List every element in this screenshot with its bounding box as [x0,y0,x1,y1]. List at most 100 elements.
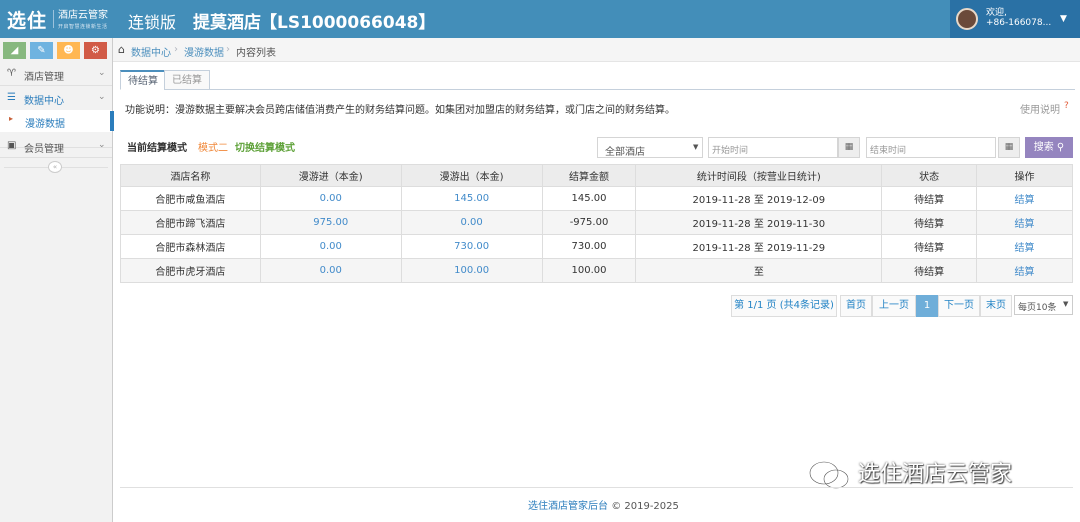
status-cell: 待结算 [881,186,978,211]
pencil-icon[interactable]: ✎ [30,42,53,59]
card-icon: ▣ [7,140,17,151]
search-button[interactable]: 搜索 ⚲ [1025,137,1073,158]
tab-bar: 待结算 已结算 [120,70,1075,90]
last-page-button[interactable]: 末页 [980,295,1012,317]
users-icon[interactable]: ☻ [57,42,80,59]
double-left-icon[interactable]: « [48,161,62,173]
sidebar-item-hotel-management[interactable]: ♈ 酒店管理 ⌄ [0,62,112,86]
breadcrumb-current: 内容列表 [236,48,276,59]
hotel-select[interactable]: 全部酒店 ▼ [597,137,703,158]
caret-down-icon: ▼ [1060,14,1067,24]
roam-out-cell[interactable]: 0.00 [400,210,543,235]
breadcrumb-data-center[interactable]: 数据中心 [131,44,171,59]
active-indicator [110,111,114,131]
logo: 选住 [7,10,48,32]
hotel-name: 提莫酒店 [193,13,261,33]
roam-in-cell[interactable]: 0.00 [259,186,402,211]
footer-copyright: © 2019-2025 [611,501,679,512]
settle-link[interactable]: 结算 [976,186,1073,211]
start-date-placeholder: 开始时间 [712,146,749,156]
user-menu[interactable]: 欢迎, +86-166078... ▼ [950,0,1080,38]
roam-in-cell[interactable]: 0.00 [259,234,402,259]
hotel-name-cell: 合肥市森林酒店 [120,234,261,259]
footer-divider [120,487,1073,488]
column-header: 状态 [881,164,978,187]
period-cell: 2019-11-28 至 2019-11-29 [635,234,883,259]
calendar-icon[interactable]: ▦ [838,137,860,158]
roam-in-cell[interactable]: 975.00 [259,210,402,235]
status-cell: 待结算 [881,234,978,259]
chart-icon[interactable]: ◢ [3,42,26,59]
logo-subtitle: 酒店云管家 [58,10,108,21]
tab-pending[interactable]: 待结算 [120,70,166,90]
switch-mode-link[interactable]: 切换结算模式 [235,139,295,154]
table-row: 合肥市蹄飞酒店 975.00 0.00 -975.00 2019-11-28 至… [120,210,1073,235]
roam-out-cell[interactable]: 145.00 [400,186,543,211]
wechat-icon [808,460,850,490]
footer: 选住酒店管家后台 © 2019-2025 [528,497,679,512]
edition-label: 连锁版 [128,13,177,32]
sidebar-item-member-management[interactable]: ▣ 会员管理 ⌄ [0,134,112,158]
column-header: 酒店名称 [120,164,261,187]
sidebar-item-label: 酒店管理 [24,72,64,83]
table-header-row: 酒店名称 漫游进（本金) 漫游出（本金) 结算金额 统计时间段（按营业日统计) … [120,164,1073,187]
function-description: 功能说明：漫游数据主要解决会员跨店储值消费产生的财务结算问题。如集团对加盟店的财… [125,105,675,116]
question-icon[interactable]: ? [1064,101,1069,111]
sidebar-item-label: 漫游数据 [25,119,65,130]
table-row: 合肥市咸鱼酒店 0.00 145.00 145.00 2019-11-28 至 … [120,186,1073,211]
breadcrumb-roaming-data[interactable]: 漫游数据 [184,44,224,59]
watermark-text: 选住酒店云管家 [858,462,1013,487]
status-cell: 待结算 [881,210,978,235]
user-phone: +86-166078... [986,18,1052,28]
period-cell: 至 [635,258,883,283]
start-date-input[interactable]: 开始时间 [708,137,838,158]
chevron-down-icon: ⌄ [98,92,106,102]
sidebar: ◢ ✎ ☻ ⚙ ♈ 酒店管理 ⌄ ☰ 数据中心 ⌄ ▸ 漫游数据 ▣ 会员管理 … [0,38,114,522]
next-page-button[interactable]: 下一页 [938,295,980,317]
hotel-id: 【LS1000066048】 [260,13,436,33]
roam-in-cell[interactable]: 0.00 [259,258,402,283]
home-icon[interactable]: ⌂ [118,43,125,56]
table-row: 合肥市森林酒店 0.00 730.00 730.00 2019-11-28 至 … [120,234,1073,259]
calendar-icon[interactable]: ▦ [998,137,1020,158]
prev-page-button[interactable]: 上一页 [872,295,916,317]
caret-down-icon: ▼ [1063,300,1069,308]
caret-down-icon: ▼ [693,143,699,151]
chevron-down-icon: ⌄ [98,140,106,150]
column-header: 操作 [976,164,1073,187]
roam-out-cell[interactable]: 730.00 [400,234,543,259]
per-page-select[interactable]: 每页10条 ▼ [1014,295,1073,315]
settle-link[interactable]: 结算 [976,210,1073,235]
footer-brand[interactable]: 选住酒店管家后台 [528,501,608,512]
tab-settled[interactable]: 已结算 [164,70,210,90]
chevron-down-icon: ⌄ [98,68,106,78]
amount-cell: -975.00 [541,210,637,235]
page-1-button[interactable]: 1 [916,295,938,317]
cutlery-icon: ♈ [7,68,16,79]
status-cell: 待结算 [881,258,978,283]
search-label: 搜索 [1033,142,1054,153]
help-link[interactable]: 使用说明 [1020,101,1060,116]
breadcrumb: ⌂ 数据中心 › 漫游数据 › 内容列表 [113,38,1080,62]
sidebar-subitem-roaming-data[interactable]: ▸ 漫游数据 [0,110,114,132]
hotel-name-cell: 合肥市蹄飞酒店 [120,210,261,235]
amount-cell: 145.00 [541,186,637,211]
logo-divider [53,10,54,28]
breadcrumb-separator: › [174,44,178,55]
end-date-input[interactable]: 结束时间 [866,137,996,158]
hotel-name-cell: 合肥市虎牙酒店 [120,258,261,283]
breadcrumb-separator: › [226,44,230,55]
column-header: 结算金额 [541,164,637,187]
sidebar-collapse[interactable]: « [0,160,112,174]
database-icon: ☰ [7,92,16,103]
end-date-placeholder: 结束时间 [870,146,907,156]
settle-link[interactable]: 结算 [976,258,1073,283]
cogs-icon[interactable]: ⚙ [84,42,107,59]
hotel-select-value: 全部酒店 [605,147,645,158]
first-page-button[interactable]: 首页 [840,295,872,317]
amount-cell: 100.00 [541,258,637,283]
caret-right-icon: ▸ [9,114,14,123]
settle-link[interactable]: 结算 [976,234,1073,259]
mode-label: 当前结算模式 [127,143,187,154]
roam-out-cell[interactable]: 100.00 [400,258,543,283]
